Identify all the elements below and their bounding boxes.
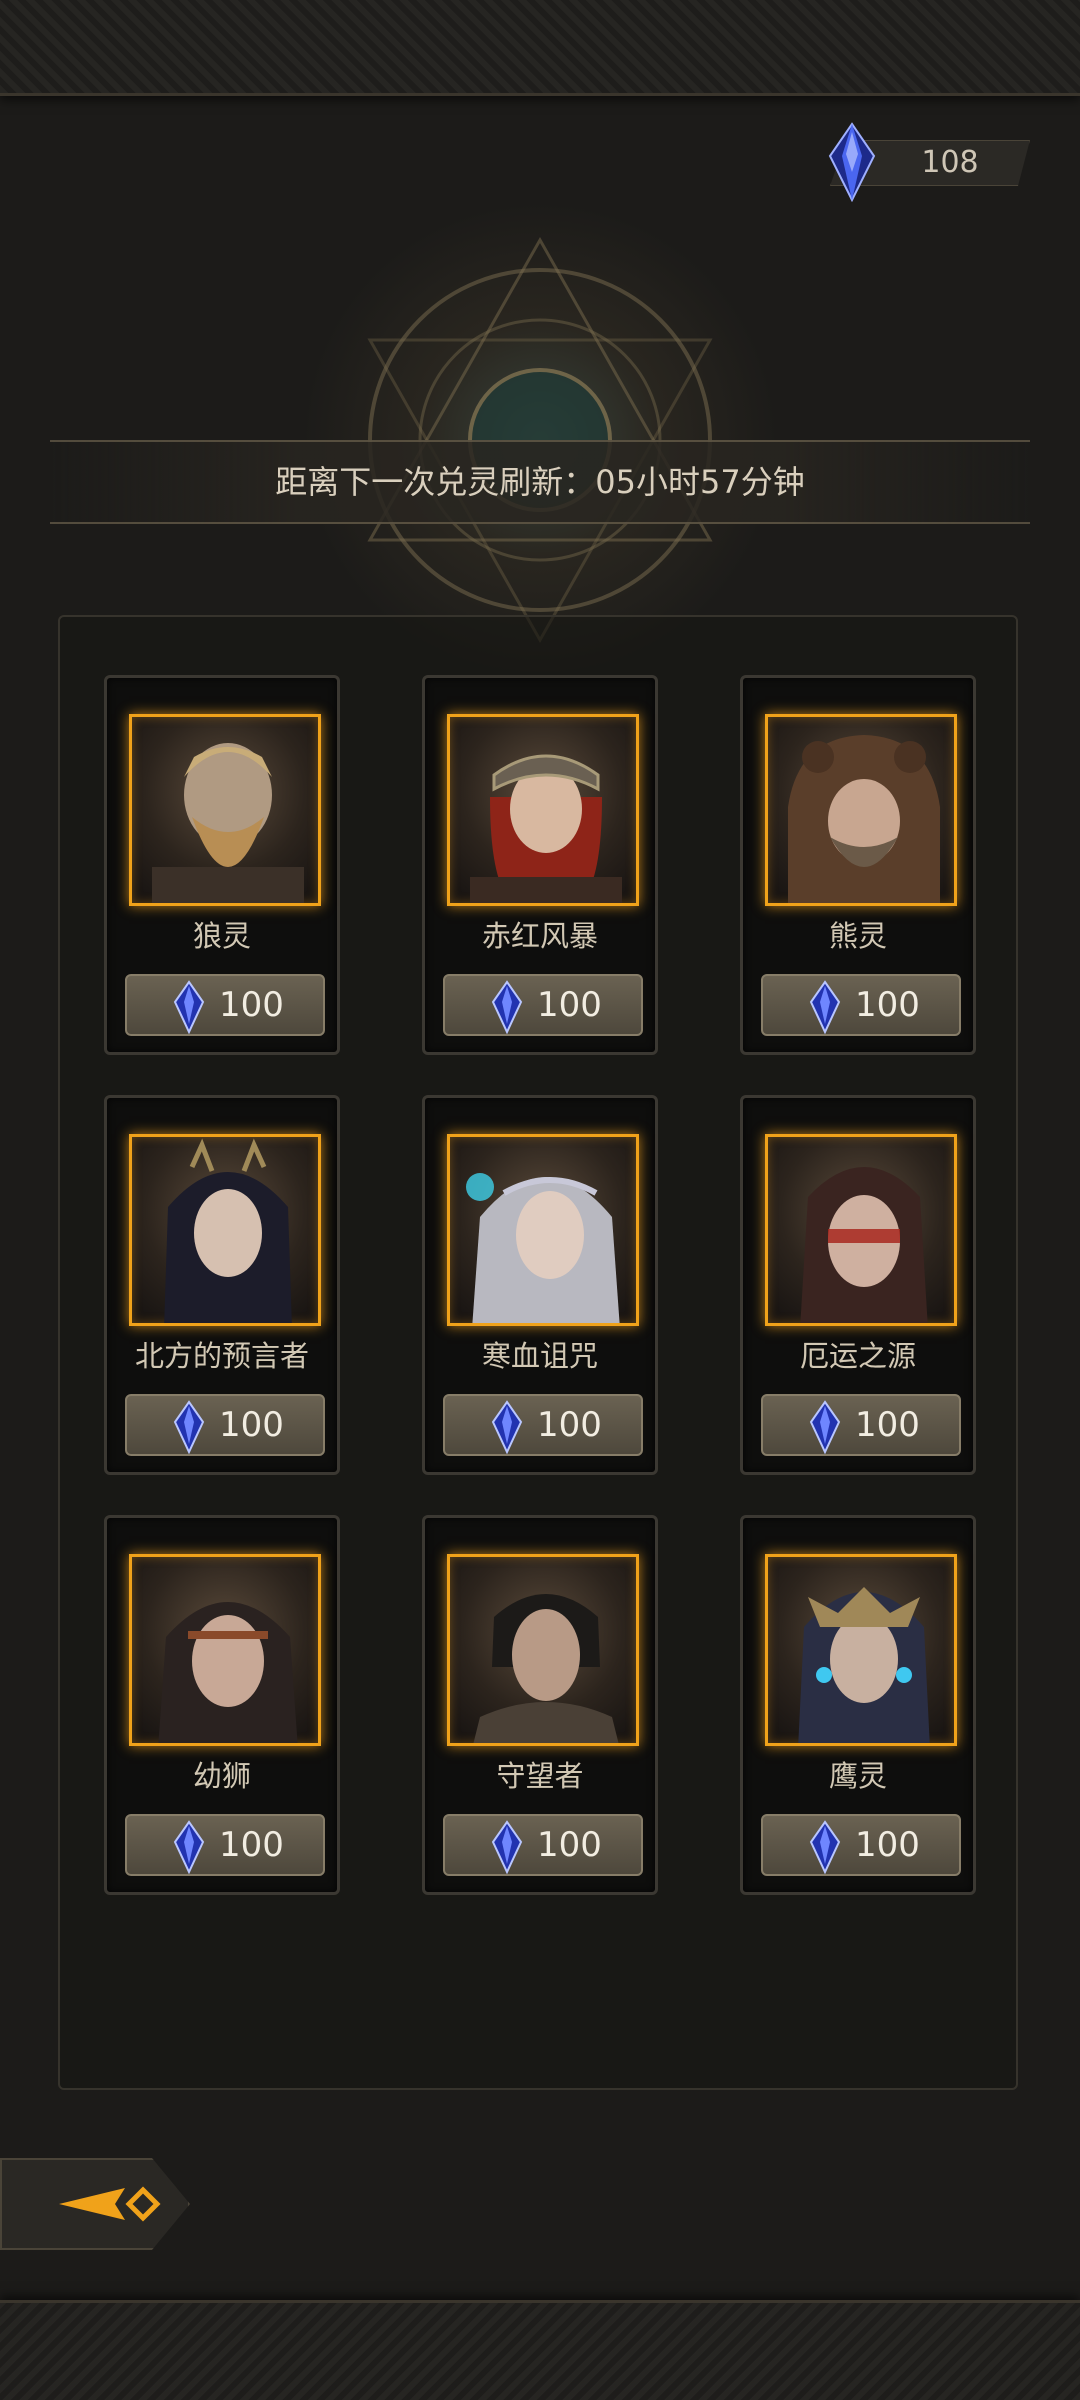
cold-blood-curse-portrait [447, 1134, 639, 1326]
spirit-card[interactable]: 北方的预言者 100 [104, 1095, 340, 1475]
spirit-card[interactable]: 幼狮 100 [104, 1515, 340, 1895]
exchange-price-button[interactable]: 100 [761, 974, 961, 1036]
spirit-name: 守望者 [496, 1759, 584, 1793]
top-ornament-frame [0, 0, 1080, 96]
spirit-name: 幼狮 [192, 1759, 251, 1793]
blue-crystal-icon [809, 1400, 841, 1454]
blue-crystal-icon [491, 980, 523, 1034]
northern-prophet-portrait [129, 1134, 321, 1326]
blue-crystal-icon [491, 1400, 523, 1454]
back-arrow-icon[interactable] [55, 2176, 165, 2232]
price-value: 100 [537, 1405, 602, 1445]
price-value: 100 [219, 1825, 284, 1865]
spirit-card[interactable]: 厄运之源 100 [740, 1095, 976, 1475]
watcher-portrait [447, 1554, 639, 1746]
wolf-spirit-portrait [129, 714, 321, 906]
bottom-ornament-frame [0, 2300, 1080, 2400]
currency-amount: 108 [921, 145, 979, 180]
spirit-card[interactable]: 鹰灵 100 [740, 1515, 976, 1895]
blue-crystal-icon [173, 1820, 205, 1874]
crimson-storm-portrait [447, 714, 639, 906]
blue-crystal-icon [173, 980, 205, 1034]
exchange-price-button[interactable]: 100 [125, 1394, 325, 1456]
blue-crystal-icon [809, 1820, 841, 1874]
spirit-name: 狼灵 [192, 919, 251, 953]
price-value: 100 [537, 985, 602, 1025]
spirit-card[interactable]: 狼灵 100 [104, 675, 340, 1055]
price-value: 100 [855, 1405, 920, 1445]
exchange-price-button[interactable]: 100 [443, 1394, 643, 1456]
eagle-spirit-portrait [765, 1554, 957, 1746]
spirit-card[interactable]: 寒血诅咒 100 [422, 1095, 658, 1475]
spirit-name: 鹰灵 [828, 1759, 887, 1793]
spirit-card[interactable]: 熊灵 100 [740, 675, 976, 1055]
price-value: 100 [855, 1825, 920, 1865]
spirit-name: 赤红风暴 [481, 919, 598, 953]
exchange-price-button[interactable]: 100 [761, 1814, 961, 1876]
price-value: 100 [855, 985, 920, 1025]
young-lion-portrait [129, 1554, 321, 1746]
blue-crystal-icon [828, 122, 876, 202]
exchange-price-button[interactable]: 100 [443, 974, 643, 1036]
spirit-name: 熊灵 [828, 919, 887, 953]
exchange-price-button[interactable]: 100 [125, 1814, 325, 1876]
blue-crystal-icon [173, 1400, 205, 1454]
source-of-doom-portrait [765, 1134, 957, 1326]
price-value: 100 [219, 985, 284, 1025]
exchange-price-button[interactable]: 100 [443, 1814, 643, 1876]
spirit-name: 厄运之源 [799, 1339, 916, 1373]
bear-spirit-portrait [765, 714, 957, 906]
blue-crystal-icon [809, 980, 841, 1034]
exchange-price-button[interactable]: 100 [761, 1394, 961, 1456]
blue-crystal-icon [491, 1820, 523, 1874]
price-value: 100 [219, 1405, 284, 1445]
spirit-card[interactable]: 守望者 100 [422, 1515, 658, 1895]
spirit-name: 寒血诅咒 [481, 1339, 598, 1373]
spirit-name: 北方的预言者 [134, 1339, 309, 1373]
price-value: 100 [537, 1825, 602, 1865]
refresh-countdown-text: 距离下一次兑灵刷新：05小时57分钟 [275, 463, 805, 501]
exchange-price-button[interactable]: 100 [125, 974, 325, 1036]
spirit-card[interactable]: 赤红风暴 100 [422, 675, 658, 1055]
